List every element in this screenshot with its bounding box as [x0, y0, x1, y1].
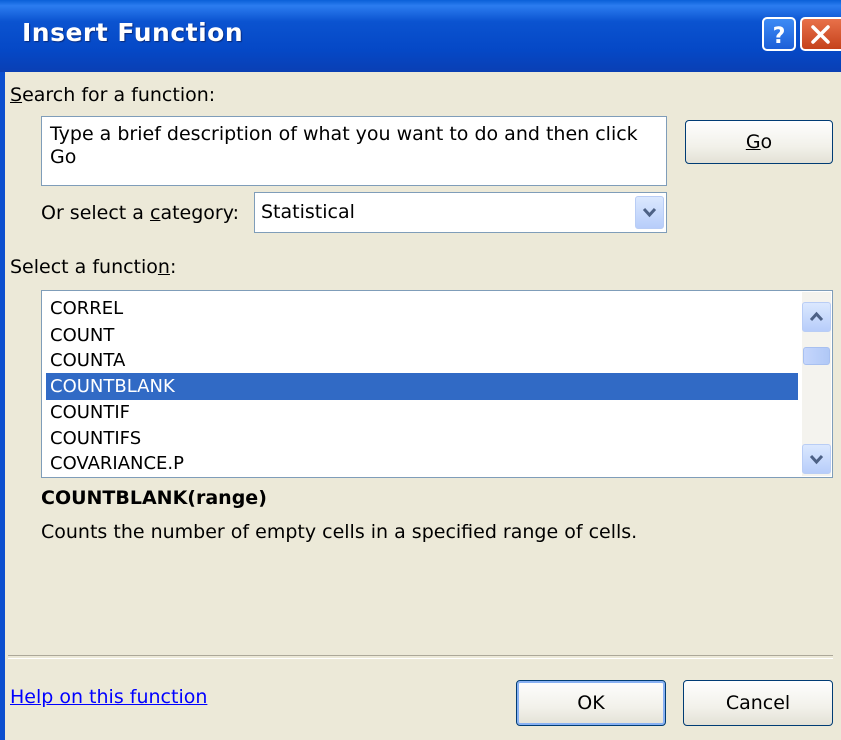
go-button[interactable]: Go	[685, 120, 833, 164]
category-dropdown-button[interactable]	[635, 196, 664, 229]
function-list-item[interactable]: COUNTIF	[46, 399, 798, 426]
ok-button[interactable]: OK	[516, 680, 666, 726]
go-label-rest: o	[760, 131, 773, 153]
scroll-down-button[interactable]	[802, 444, 831, 474]
go-accesskey: G	[745, 131, 761, 153]
search-label-text: earch for a function:	[22, 84, 216, 106]
title-bar[interactable]: Insert Function ?	[0, 0, 841, 72]
help-on-function-link[interactable]: Help on this function	[10, 686, 207, 708]
function-label-accesskey: n	[157, 256, 170, 278]
function-list-item[interactable]: CORREL	[46, 295, 798, 322]
function-label-prefix: Select a functio	[10, 256, 158, 278]
chevron-down-icon	[809, 454, 824, 465]
cancel-button[interactable]: Cancel	[683, 680, 833, 726]
search-label-accesskey: S	[10, 84, 23, 106]
category-label: Or select a category:	[41, 202, 239, 224]
category-label-rest: ategory:	[160, 202, 239, 224]
question-mark-icon: ?	[773, 24, 786, 49]
category-selected-value: Statistical	[261, 201, 355, 223]
function-list-item[interactable]: COVARIANCE.P	[46, 450, 798, 477]
close-icon	[811, 25, 830, 44]
dialog-title: Insert Function	[22, 18, 244, 47]
search-input-text[interactable]: Type a brief description of what you wan…	[50, 123, 655, 169]
help-glyph: ?	[773, 24, 786, 49]
window-frame-left	[0, 72, 5, 740]
function-listbox[interactable]: CORREL COUNT COUNTA COUNTBLANK COUNTIF C…	[41, 290, 833, 478]
category-select[interactable]: Statistical	[254, 192, 667, 233]
function-list-item-selected[interactable]: COUNTBLANK	[46, 373, 798, 400]
function-list-item[interactable]: COUNT	[46, 322, 798, 349]
close-button[interactable]	[800, 17, 841, 51]
insert-function-dialog: Insert Function ? Search for a function:…	[0, 0, 841, 740]
category-label-prefix: Or select a	[41, 202, 150, 224]
search-label: Search for a function:	[10, 84, 215, 106]
scroll-thumb[interactable]	[803, 347, 830, 365]
function-list-item[interactable]: COUNTIFS	[46, 425, 798, 452]
help-title-button[interactable]: ?	[762, 17, 796, 51]
function-description: Counts the number of empty cells in a sp…	[41, 521, 638, 543]
function-list-item[interactable]: COUNTA	[46, 347, 798, 374]
function-label-rest: :	[169, 256, 177, 278]
search-input[interactable]: Type a brief description of what you wan…	[41, 116, 667, 186]
function-list-label: Select a function:	[10, 256, 176, 278]
chevron-up-icon	[809, 311, 824, 322]
function-signature: COUNTBLANK(range)	[41, 487, 267, 509]
scroll-up-button[interactable]	[802, 302, 831, 332]
category-label-accesskey: c	[149, 202, 161, 224]
function-list-scrollbar[interactable]	[802, 292, 831, 476]
chevron-down-icon	[642, 207, 657, 218]
footer-divider	[8, 655, 833, 659]
